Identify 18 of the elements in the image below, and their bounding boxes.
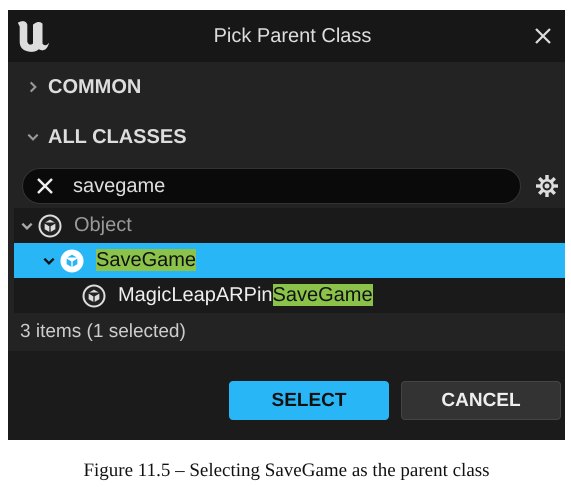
section-header[interactable]: COMMON xyxy=(8,62,142,112)
section-header[interactable]: ALL CLASSES xyxy=(8,112,187,162)
window-title: Pick Parent Class xyxy=(212,24,372,48)
clear-icon[interactable] xyxy=(35,176,55,196)
tree-row[interactable]: SaveGame xyxy=(14,243,565,278)
cube-icon xyxy=(38,214,62,238)
search-field[interactable]: savegame xyxy=(22,168,521,204)
class-name: Object xyxy=(74,214,132,237)
settings-icon[interactable] xyxy=(535,174,559,198)
item-count: 3 items (1 selected) xyxy=(20,321,186,343)
cancel-button[interactable]: CANCEL xyxy=(401,381,561,420)
figure-caption: Figure 11.5 – Selecting SaveGame as the parent class xyxy=(82,459,491,482)
class-name: SaveGame xyxy=(96,249,196,272)
select-button[interactable]: SELECT xyxy=(229,381,389,420)
cube-icon xyxy=(82,284,106,308)
class-name: MagicLeapARPinSaveGame xyxy=(118,284,373,307)
close-icon[interactable] xyxy=(533,26,553,46)
cube-icon xyxy=(60,248,84,272)
